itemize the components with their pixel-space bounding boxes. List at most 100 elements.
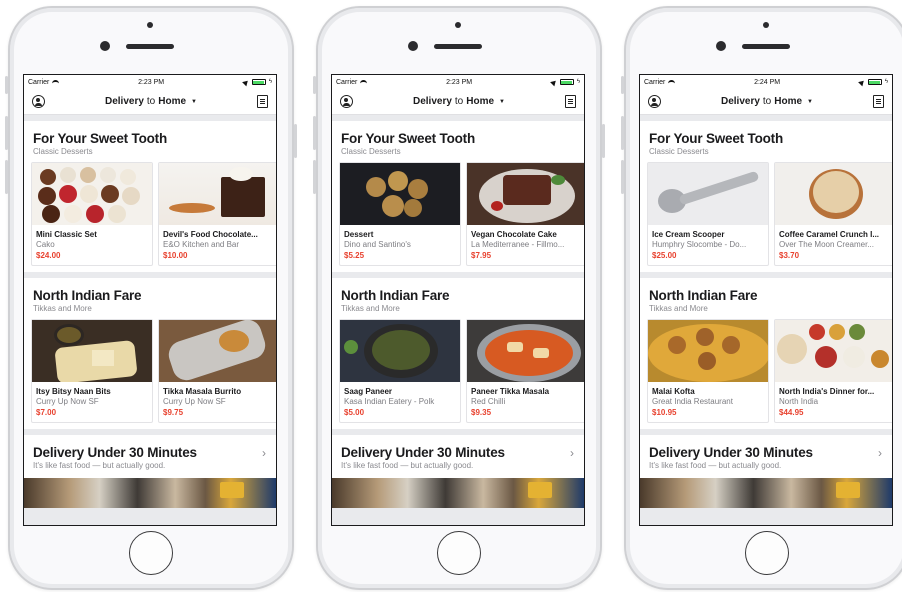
store-name: Humphry Slocombe - Do... (652, 240, 747, 249)
product-name: Tikka Masala Burrito (163, 387, 242, 396)
section-sweet-tooth: For Your Sweet Tooth Classic Desserts Ic… (640, 121, 892, 272)
product-card[interactable]: Paneer Tikka Masala Red Chilli $9.35 (466, 319, 584, 423)
card-carousel[interactable]: Ice Cream Scooper Humphry Slocombe - Do.… (640, 156, 892, 272)
store-name: Great India Restaurant (652, 397, 733, 406)
store-name: Cako (36, 240, 55, 249)
product-price: $5.00 (344, 408, 365, 417)
section-delivery-30[interactable]: Delivery Under 30 Minutes It's like fast… (332, 435, 584, 508)
phone-1: Carrier 2:23 PM ϟ Delivery to Home ▼ For… (5, 6, 297, 590)
volume-down-button (621, 160, 624, 194)
chevron-right-icon[interactable]: › (262, 446, 266, 460)
section-subtitle: Classic Desserts (33, 147, 93, 156)
status-bar: Carrier 2:24 PM ϟ (640, 75, 892, 89)
product-card[interactable]: Vegan Chocolate Cake La Mediterranee - F… (466, 162, 584, 266)
product-name: Itsy Bitsy Naan Bits (36, 387, 111, 396)
store-name: Dino and Santino's (344, 240, 411, 249)
front-camera (716, 41, 726, 51)
section-subtitle: Tikkas and More (649, 304, 708, 313)
nav-bar: Delivery to Home ▼ (332, 89, 584, 115)
wifi-icon (668, 79, 676, 85)
product-card[interactable]: Tikka Masala Burrito Curry Up Now SF $9.… (158, 319, 276, 423)
caret-down-icon: ▼ (499, 98, 505, 105)
store-name: Over The Moon Creamer... (779, 240, 874, 249)
nav-location-label: Home (158, 96, 187, 107)
account-icon[interactable] (648, 95, 661, 108)
front-camera (100, 41, 110, 51)
chevron-right-icon[interactable]: › (570, 446, 574, 460)
chocolate-cake-image (159, 163, 276, 225)
card-carousel[interactable]: Malai Kofta Great India Restaurant $10.9… (640, 313, 892, 429)
product-card[interactable]: Ice Cream Scooper Humphry Slocombe - Do.… (647, 162, 769, 266)
delivery-address-selector[interactable]: Delivery to Home ▼ (413, 96, 505, 107)
app-screen: Carrier 2:23 PM ϟ Delivery to Home ▼ For… (23, 74, 277, 526)
section-title: North Indian Fare (33, 288, 142, 303)
section-title: For Your Sweet Tooth (33, 131, 167, 146)
delivery-address-selector[interactable]: Delivery to Home ▼ (721, 96, 813, 107)
product-card[interactable]: Devil's Food Chocolate... E&O Kitchen an… (158, 162, 276, 266)
card-carousel[interactable]: Dessert Dino and Santino's $5.25 Vegan C… (332, 156, 584, 272)
cupcakes-image (32, 163, 152, 225)
earpiece-speaker (126, 44, 174, 49)
card-carousel[interactable]: Saag Paneer Kasa Indian Eatery - Polk $5… (332, 313, 584, 429)
product-price: $44.95 (779, 408, 804, 417)
app-screen: Carrier 2:23 PM ϟ Delivery to Home ▼ For… (331, 74, 585, 526)
product-card[interactable]: North India's Dinner for... North India … (774, 319, 892, 423)
home-button[interactable] (437, 531, 481, 575)
section-delivery-30[interactable]: Delivery Under 30 Minutes It's like fast… (24, 435, 276, 508)
product-name: Coffee Caramel Crunch I... (779, 230, 880, 239)
store-name: Curry Up Now SF (163, 397, 226, 406)
saag-paneer-image (340, 320, 460, 382)
product-price: $9.35 (471, 408, 492, 417)
account-icon[interactable] (340, 95, 353, 108)
orders-receipt-icon[interactable] (256, 95, 268, 108)
phone-2: Carrier 2:23 PM ϟ Delivery to Home ▼ For… (313, 6, 605, 590)
section-delivery-30[interactable]: Delivery Under 30 Minutes It's like fast… (640, 435, 892, 508)
orders-receipt-icon[interactable] (872, 95, 884, 108)
caret-down-icon: ▼ (191, 98, 197, 105)
mute-switch (313, 76, 316, 94)
section-title: Delivery Under 30 Minutes (341, 445, 505, 460)
home-button[interactable] (129, 531, 173, 575)
carrier-label: Carrier (644, 78, 666, 86)
product-card[interactable]: Saag Paneer Kasa Indian Eatery - Polk $5… (339, 319, 461, 423)
card-carousel[interactable]: Mini Classic Set Cako $24.00 Devil's Foo… (24, 156, 276, 272)
nav-bar: Delivery to Home ▼ (24, 89, 276, 115)
orders-receipt-icon[interactable] (564, 95, 576, 108)
burrito-image (159, 320, 276, 382)
power-button (294, 124, 297, 158)
status-time: 2:23 PM (138, 78, 165, 86)
paneer-tikka-image (467, 320, 584, 382)
product-name: Mini Classic Set (36, 230, 97, 239)
delivery-address-selector[interactable]: Delivery to Home ▼ (105, 96, 197, 107)
nav-to-label: to (146, 96, 156, 107)
product-card[interactable]: Malai Kofta Great India Restaurant $10.9… (647, 319, 769, 423)
product-name: North India's Dinner for... (779, 387, 875, 396)
volume-up-button (313, 116, 316, 150)
product-card[interactable]: Itsy Bitsy Naan Bits Curry Up Now SF $7.… (31, 319, 153, 423)
account-icon[interactable] (32, 95, 45, 108)
product-price: $10.00 (163, 251, 188, 260)
home-button[interactable] (745, 531, 789, 575)
nav-to-label: to (762, 96, 772, 107)
ice-cream-scooper-image (648, 163, 768, 225)
section-title: Delivery Under 30 Minutes (649, 445, 813, 460)
malai-kofta-image (648, 320, 768, 382)
carrier-label: Carrier (28, 78, 50, 86)
chevron-right-icon[interactable]: › (878, 446, 882, 460)
card-carousel[interactable]: Itsy Bitsy Naan Bits Curry Up Now SF $7.… (24, 313, 276, 429)
volume-down-button (5, 160, 8, 194)
nav-bar: Delivery to Home ▼ (640, 89, 892, 115)
store-name: Red Chilli (471, 397, 506, 406)
food-banner-image (640, 478, 892, 508)
product-price: $3.70 (779, 251, 800, 260)
nav-delivery-label: Delivery (104, 96, 144, 107)
product-card[interactable]: Mini Classic Set Cako $24.00 (31, 162, 153, 266)
product-card[interactable]: Coffee Caramel Crunch I... Over The Moon… (774, 162, 892, 266)
product-card[interactable]: Dessert Dino and Santino's $5.25 (339, 162, 461, 266)
battery-icon (559, 79, 574, 85)
front-camera (408, 41, 418, 51)
caret-down-icon: ▼ (807, 98, 813, 105)
section-title: North Indian Fare (341, 288, 450, 303)
location-arrow-icon (241, 78, 250, 86)
mute-switch (621, 76, 624, 94)
